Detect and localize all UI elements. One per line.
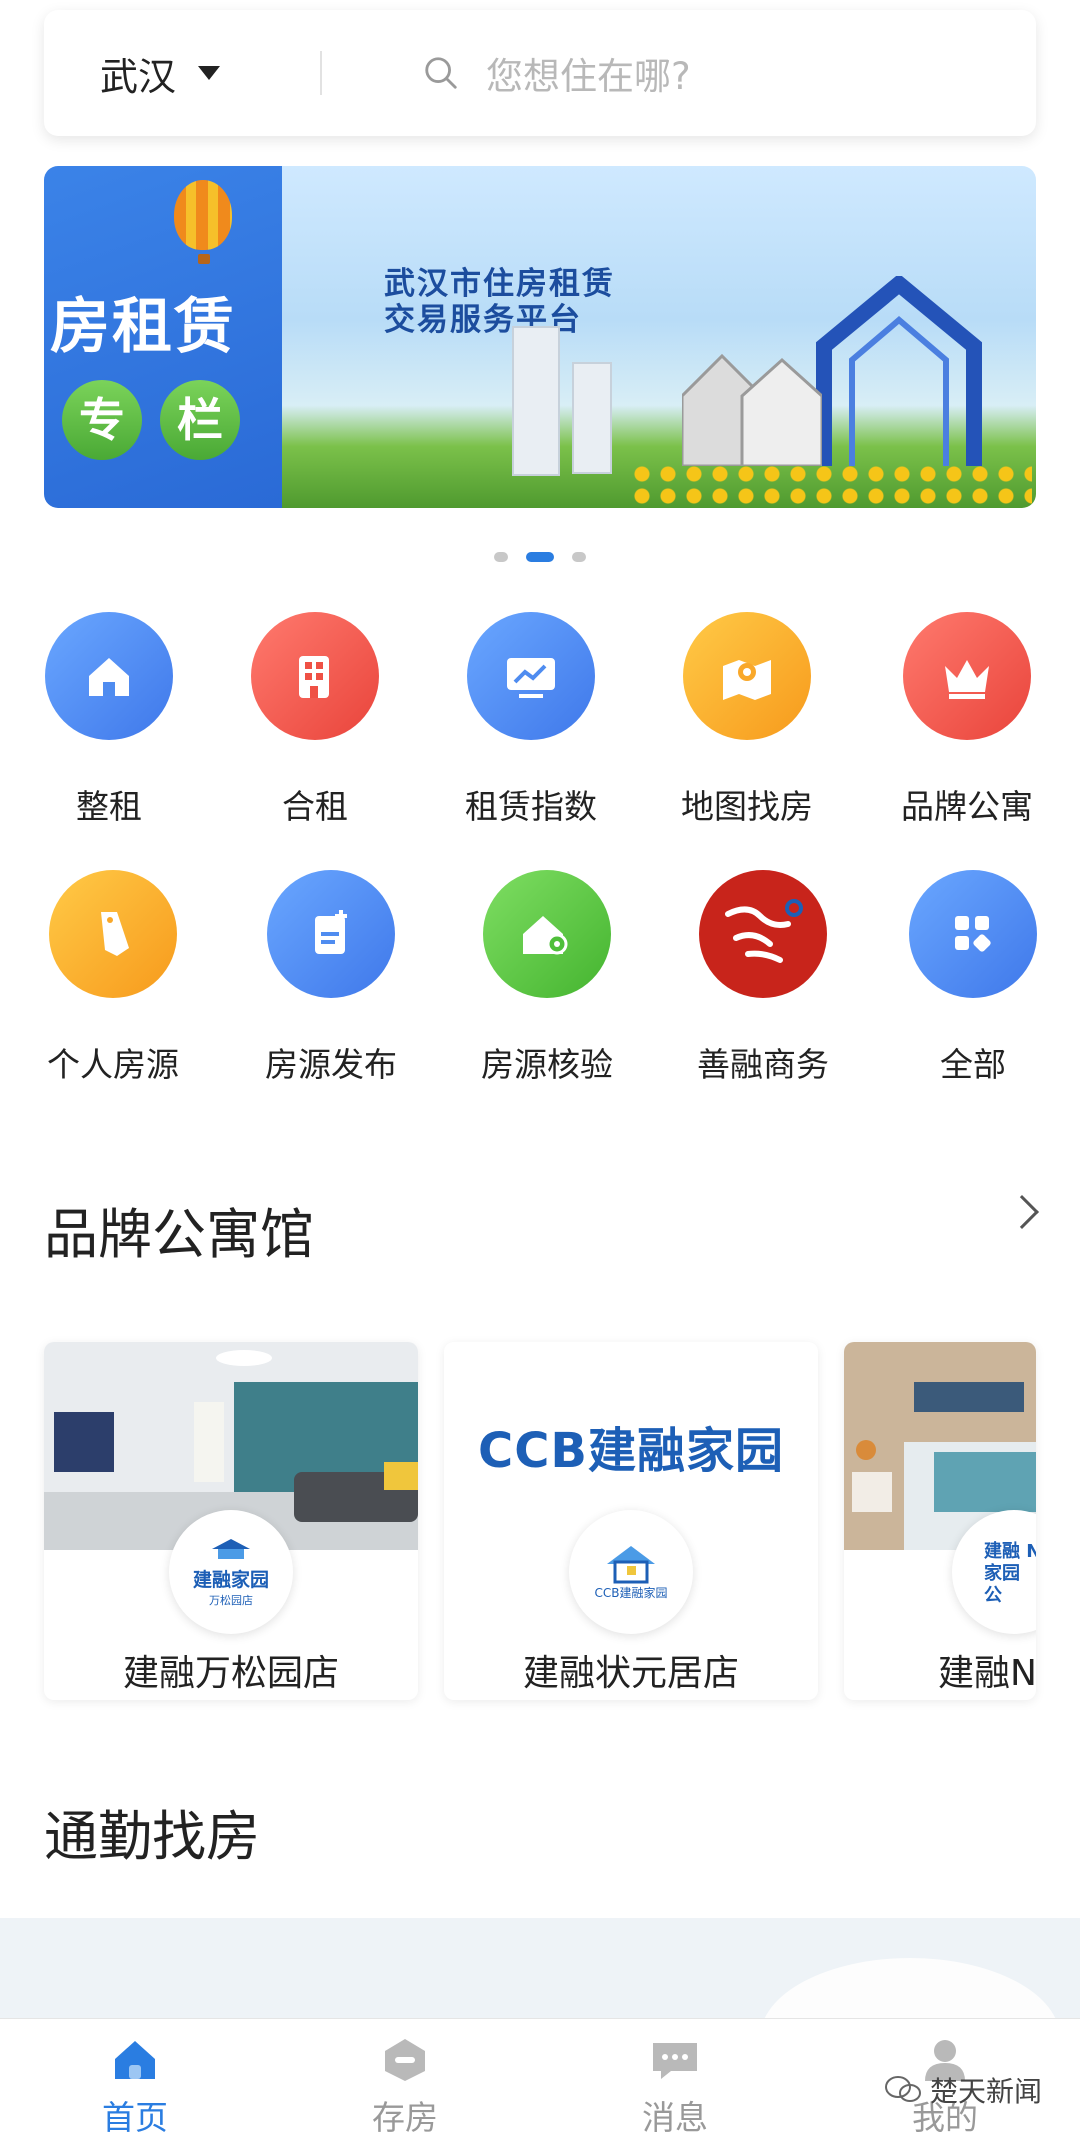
menu-label: 租赁指数 — [465, 787, 597, 826]
brand-logo-text: 建融家园 — [192, 1568, 269, 1591]
carousel-dot[interactable] — [494, 552, 508, 562]
brand-banner-text: CCB建融家园 — [477, 1423, 785, 1479]
brand-card[interactable]: 建融 N 家园 公 建融N — [844, 1342, 1036, 1700]
map-pin-icon — [683, 612, 811, 740]
brand-logo: 建融家园 万松园店 — [169, 1510, 293, 1634]
menu-label: 房源发布 — [265, 1045, 397, 1084]
city-label: 武汉 — [100, 54, 177, 99]
grid-icon — [909, 870, 1037, 998]
commute-section-title: 通勤找房 — [44, 1805, 260, 1868]
carousel-indicator — [0, 552, 1080, 562]
chevron-right-icon[interactable] — [1005, 1195, 1039, 1229]
save-house-icon — [385, 2039, 425, 2081]
menu-item-all[interactable]: 全部 — [868, 870, 1078, 1086]
menu-label: 地图找房 — [681, 787, 813, 826]
brand-card-name: 建融状元居店 — [522, 1653, 739, 1694]
watermark-text: 楚天新闻 — [930, 2075, 1043, 2108]
menu-label: 善融商务 — [697, 1045, 829, 1084]
banner-left-title: 房租赁 — [50, 292, 236, 362]
menu-label: 合租 — [282, 787, 348, 826]
menu-item-shanrong[interactable]: 善融商务 — [658, 870, 868, 1086]
commute-banner[interactable] — [0, 1918, 1080, 2118]
brand-logo-text: 建融 N 家园 公 — [984, 1541, 1036, 1606]
tab-label: 首页 — [102, 2098, 168, 2137]
carousel-dot-active[interactable] — [526, 552, 554, 562]
house-frame-illustration — [816, 276, 982, 466]
search-bar: 武汉 您想住在哪? — [44, 10, 1036, 136]
menu-label: 房源核验 — [481, 1045, 613, 1084]
caret-down-icon — [198, 66, 221, 80]
banner-left-panel: 房租赁 专 栏 — [44, 166, 282, 508]
menu-label: 个人房源 — [47, 1045, 179, 1084]
tower-illustration — [572, 362, 612, 474]
house-icon — [45, 612, 173, 740]
brand-card-name: 建融万松园店 — [122, 1653, 339, 1694]
home-icon — [115, 2041, 155, 2079]
banner-left-char: 栏 — [160, 380, 240, 460]
menu-item-personal-listing[interactable]: 个人房源 — [8, 870, 218, 1086]
menu-item-publish-listing[interactable]: 房源发布 — [226, 870, 436, 1086]
banner-title: 武汉市住房租赁 交易服务平台 — [384, 266, 615, 338]
brand-section-title: 品牌公寓馆 — [44, 1203, 314, 1266]
banner-image: 武汉市住房租赁 交易服务平台 — [282, 166, 1036, 508]
search-input[interactable]: 您想住在哪? — [422, 46, 1036, 100]
menu-item-whole-rent[interactable]: 整租 — [4, 612, 214, 828]
message-icon — [653, 2043, 697, 2079]
menu-label: 整租 — [76, 787, 142, 826]
tower-illustration — [512, 326, 560, 476]
building-icon — [251, 612, 379, 740]
menu-label: 品牌公寓 — [901, 787, 1033, 826]
chart-icon — [467, 612, 595, 740]
search-icon — [425, 57, 457, 89]
menu-label: 全部 — [940, 1045, 1006, 1084]
tab-home[interactable]: 首页 — [0, 2019, 270, 2140]
search-placeholder: 您想住在哪? — [486, 55, 691, 98]
menu-item-shared-rent[interactable]: 合租 — [210, 612, 420, 828]
shanrong-logo-icon — [699, 870, 827, 998]
tag-icon — [49, 870, 177, 998]
wechat-icon — [885, 2076, 921, 2102]
brand-logo-sub: 万松园店 — [209, 1593, 253, 1607]
carousel-dot[interactable] — [572, 552, 586, 562]
tab-label: 存房 — [372, 2098, 438, 2137]
tab-messages[interactable]: 消息 — [540, 2019, 810, 2140]
house-illustration — [682, 353, 822, 466]
document-add-icon — [267, 870, 395, 998]
brand-logo: CCB建融家园 — [569, 1510, 693, 1634]
house-key-icon — [483, 870, 611, 998]
tab-label: 消息 — [642, 2098, 708, 2137]
divider — [320, 51, 322, 95]
brand-card[interactable]: 建融家园 万松园店 建融万松园店 — [44, 1342, 418, 1700]
menu-item-rent-index[interactable]: 租赁指数 — [426, 612, 636, 828]
banner-left-char: 专 — [62, 380, 142, 460]
menu-item-map-search[interactable]: 地图找房 — [642, 612, 852, 828]
brand-card-name: 建融N — [938, 1653, 1036, 1694]
menu-item-brand-apartment[interactable]: 品牌公寓 — [862, 612, 1072, 828]
banner-carousel[interactable]: 房租赁 专 栏 武汉市住房租赁 交易服务平台 — [44, 166, 1036, 508]
brand-logo-text: CCB建融家园 — [594, 1585, 668, 1600]
tab-save-house[interactable]: 存房 — [270, 2019, 540, 2140]
watermark: 楚天新闻 — [884, 2070, 1042, 2110]
menu-item-verify-listing[interactable]: 房源核验 — [442, 870, 652, 1086]
sunflowers-illustration — [632, 464, 1032, 508]
brand-card[interactable]: CCB建融家园 CCB建融家园 建融状元居店 — [444, 1342, 818, 1700]
balloon-icon — [174, 180, 232, 264]
banner-title-line1: 武汉市住房租赁 — [384, 266, 615, 302]
crown-icon — [903, 612, 1031, 740]
city-selector[interactable]: 武汉 — [44, 46, 320, 101]
banner-title-line2: 交易服务平台 — [384, 302, 582, 338]
